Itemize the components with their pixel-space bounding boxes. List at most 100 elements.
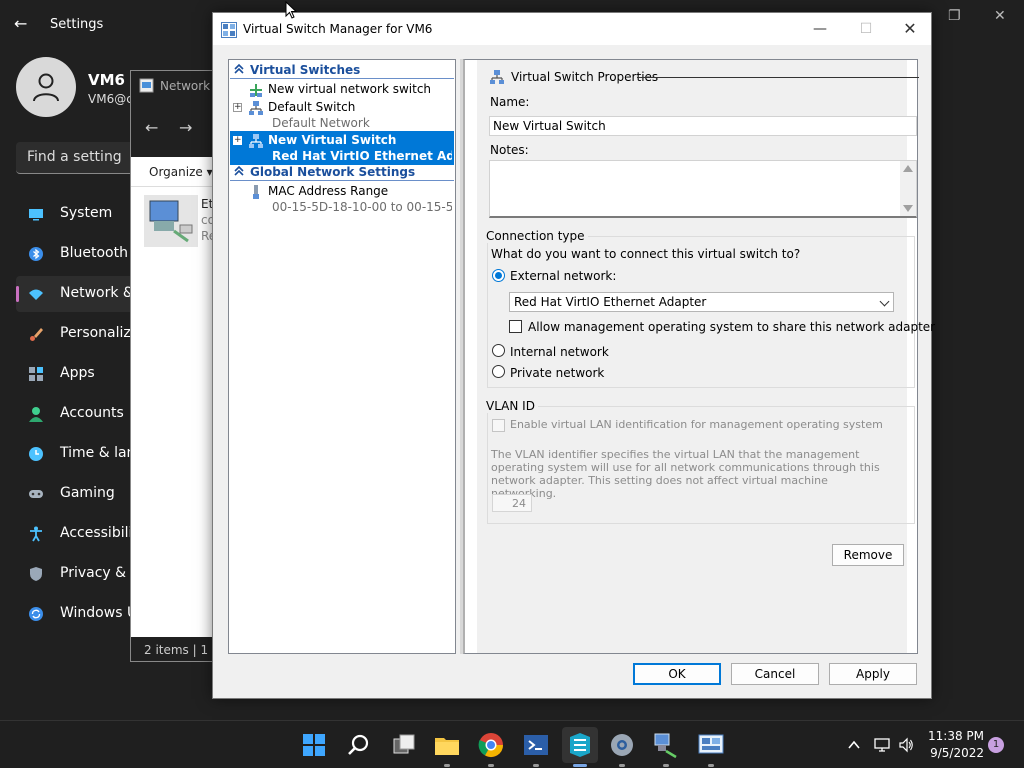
private-network-label: Private network: [510, 366, 605, 380]
running-indicator: [533, 764, 539, 767]
internal-network-radio[interactable]: [492, 344, 505, 357]
mac-address-icon: [253, 185, 259, 199]
network-connections-window[interactable]: Network C ← → Organize ▾ Et co Re 2 item…: [130, 70, 220, 662]
close-button[interactable]: ✕: [887, 19, 933, 41]
clock-date[interactable]: 9/5/2022: [928, 746, 984, 760]
nav-label: Accounts: [60, 405, 124, 421]
adapter-dropdown[interactable]: Red Hat VirtIO Ethernet Adapter: [509, 292, 894, 312]
user-name: VM6: [88, 71, 125, 89]
item-count: 2 items | 1: [144, 643, 209, 657]
tree-item-mac-range[interactable]: MAC Address Range 00-15-5D-18-10-00 to 0…: [230, 182, 454, 216]
forward-arrow-icon[interactable]: →: [179, 118, 192, 137]
clock-time[interactable]: 11:38 PM: [928, 729, 984, 743]
organize-button[interactable]: Organize ▾: [149, 165, 213, 179]
update-icon: [29, 607, 43, 621]
tree-item-sublabel: 00-15-5D-18-10-00 to 00-15-5D-1...: [272, 200, 452, 214]
remove-button[interactable]: Remove: [832, 544, 904, 566]
running-indicator: [444, 764, 450, 767]
close-icon[interactable]: ✕: [994, 8, 1006, 24]
clock-icon: [29, 447, 43, 461]
scroll-up-icon[interactable]: [903, 165, 913, 172]
running-indicator: [708, 764, 714, 767]
scroll-down-icon[interactable]: [903, 205, 913, 212]
tree-item-sublabel: Red Hat VirtIO Ethernet Adapt...: [272, 149, 452, 163]
active-indicator: [573, 764, 587, 767]
dialog-title: Virtual Switch Manager for VM6: [243, 22, 433, 36]
apply-button[interactable]: Apply: [829, 663, 917, 685]
network-connections-icon[interactable]: [652, 731, 680, 759]
chevron-down-icon: [879, 296, 890, 307]
collapse-chevron-icon[interactable]: [233, 165, 245, 177]
settings-title: Settings: [50, 17, 104, 32]
name-label: Name:: [490, 95, 530, 109]
virtual-switch-icon: [490, 70, 504, 84]
dialog-titlebar: Virtual Switch Manager for VM6 — ☐ ✕: [213, 13, 931, 45]
chevron-up-icon[interactable]: [846, 737, 862, 753]
notification-badge[interactable]: 1: [988, 737, 1004, 753]
back-arrow-icon[interactable]: ←: [145, 118, 158, 137]
tree-item-default-switch[interactable]: + Default Switch Default Network: [230, 98, 454, 132]
expand-icon[interactable]: +: [233, 103, 242, 112]
virtual-switch-icon: [249, 134, 263, 148]
nav-label: Personaliza: [60, 325, 140, 341]
tree-item-label: New virtual network switch: [268, 82, 432, 96]
file-explorer-icon[interactable]: [433, 731, 461, 759]
running-indicator: [619, 764, 625, 767]
start-icon[interactable]: [300, 731, 328, 759]
volume-icon[interactable]: [898, 737, 914, 753]
virtual-switch-icon: [249, 101, 263, 115]
monitor-icon: [29, 209, 43, 221]
name-field[interactable]: New Virtual Switch: [489, 116, 917, 136]
collapse-chevron-icon[interactable]: [233, 63, 245, 75]
private-network-radio[interactable]: [492, 365, 505, 378]
notes-scrollbar[interactable]: [900, 161, 916, 216]
vlan-description: The VLAN identifier specifies the virtua…: [491, 448, 880, 500]
tree-item-new-virtual-switch[interactable]: + New Virtual Switch Red Hat VirtIO Ethe…: [230, 131, 454, 165]
ok-button[interactable]: OK: [633, 663, 721, 685]
ethernet-adapter-icon[interactable]: [144, 195, 198, 247]
connection-type-title: Connection type: [483, 229, 588, 243]
tree-item-new-switch[interactable]: New virtual network switch: [230, 80, 454, 98]
network-status-bar: 2 items | 1: [131, 637, 219, 661]
tree-item-label: New Virtual Switch: [268, 133, 397, 147]
settings-gear-icon[interactable]: [608, 731, 636, 759]
switch-tree-pane[interactable]: Virtual Switches New virtual network swi…: [228, 59, 456, 654]
vlan-enable-checkbox: [492, 419, 505, 432]
restore-icon[interactable]: ❐: [948, 8, 961, 24]
virtual-switch-manager-dialog[interactable]: Virtual Switch Manager for VM6 — ☐ ✕ Vir…: [212, 12, 936, 699]
external-network-label: External network:: [510, 269, 617, 283]
minimize-button[interactable]: —: [797, 19, 843, 41]
hyperv-taskbar-button[interactable]: [562, 727, 598, 763]
back-arrow-icon[interactable]: ←: [14, 14, 34, 34]
tree-item-label: MAC Address Range: [268, 184, 389, 198]
hyperv-console-icon[interactable]: [697, 731, 725, 759]
task-view-icon[interactable]: [390, 731, 418, 759]
properties-section-header: Virtual Switch Properties: [489, 68, 919, 86]
notes-field[interactable]: [489, 160, 917, 218]
gamepad-icon: [29, 490, 43, 498]
network-tray-icon[interactable]: [874, 737, 890, 753]
allow-management-label: Allow management operating system to sha…: [528, 320, 936, 334]
section-divider: [637, 77, 919, 78]
tree-header-label: Virtual Switches: [250, 63, 361, 77]
external-network-radio[interactable]: [492, 269, 505, 282]
expand-icon[interactable]: +: [233, 136, 242, 145]
vlan-enable-label: Enable virtual LAN identification for ma…: [510, 418, 883, 431]
user-email: VM6@c: [88, 92, 133, 106]
tree-header-global-settings[interactable]: Global Network Settings: [230, 164, 454, 181]
cancel-button[interactable]: Cancel: [731, 663, 819, 685]
powershell-icon[interactable]: [522, 731, 550, 759]
person-icon: [29, 407, 43, 422]
network-titlebar: Network C: [131, 71, 219, 101]
nav-label: Gaming: [60, 485, 115, 501]
chrome-icon[interactable]: [477, 731, 505, 759]
running-indicator: [663, 764, 669, 767]
allow-management-checkbox[interactable]: [509, 320, 522, 333]
brush-icon: [30, 328, 43, 341]
add-switch-icon: [250, 84, 262, 97]
tree-header-virtual-switches[interactable]: Virtual Switches: [230, 62, 454, 79]
running-indicator: [488, 764, 494, 767]
search-icon[interactable]: [345, 731, 373, 759]
avatar[interactable]: [16, 57, 76, 117]
notes-label: Notes:: [490, 143, 529, 157]
